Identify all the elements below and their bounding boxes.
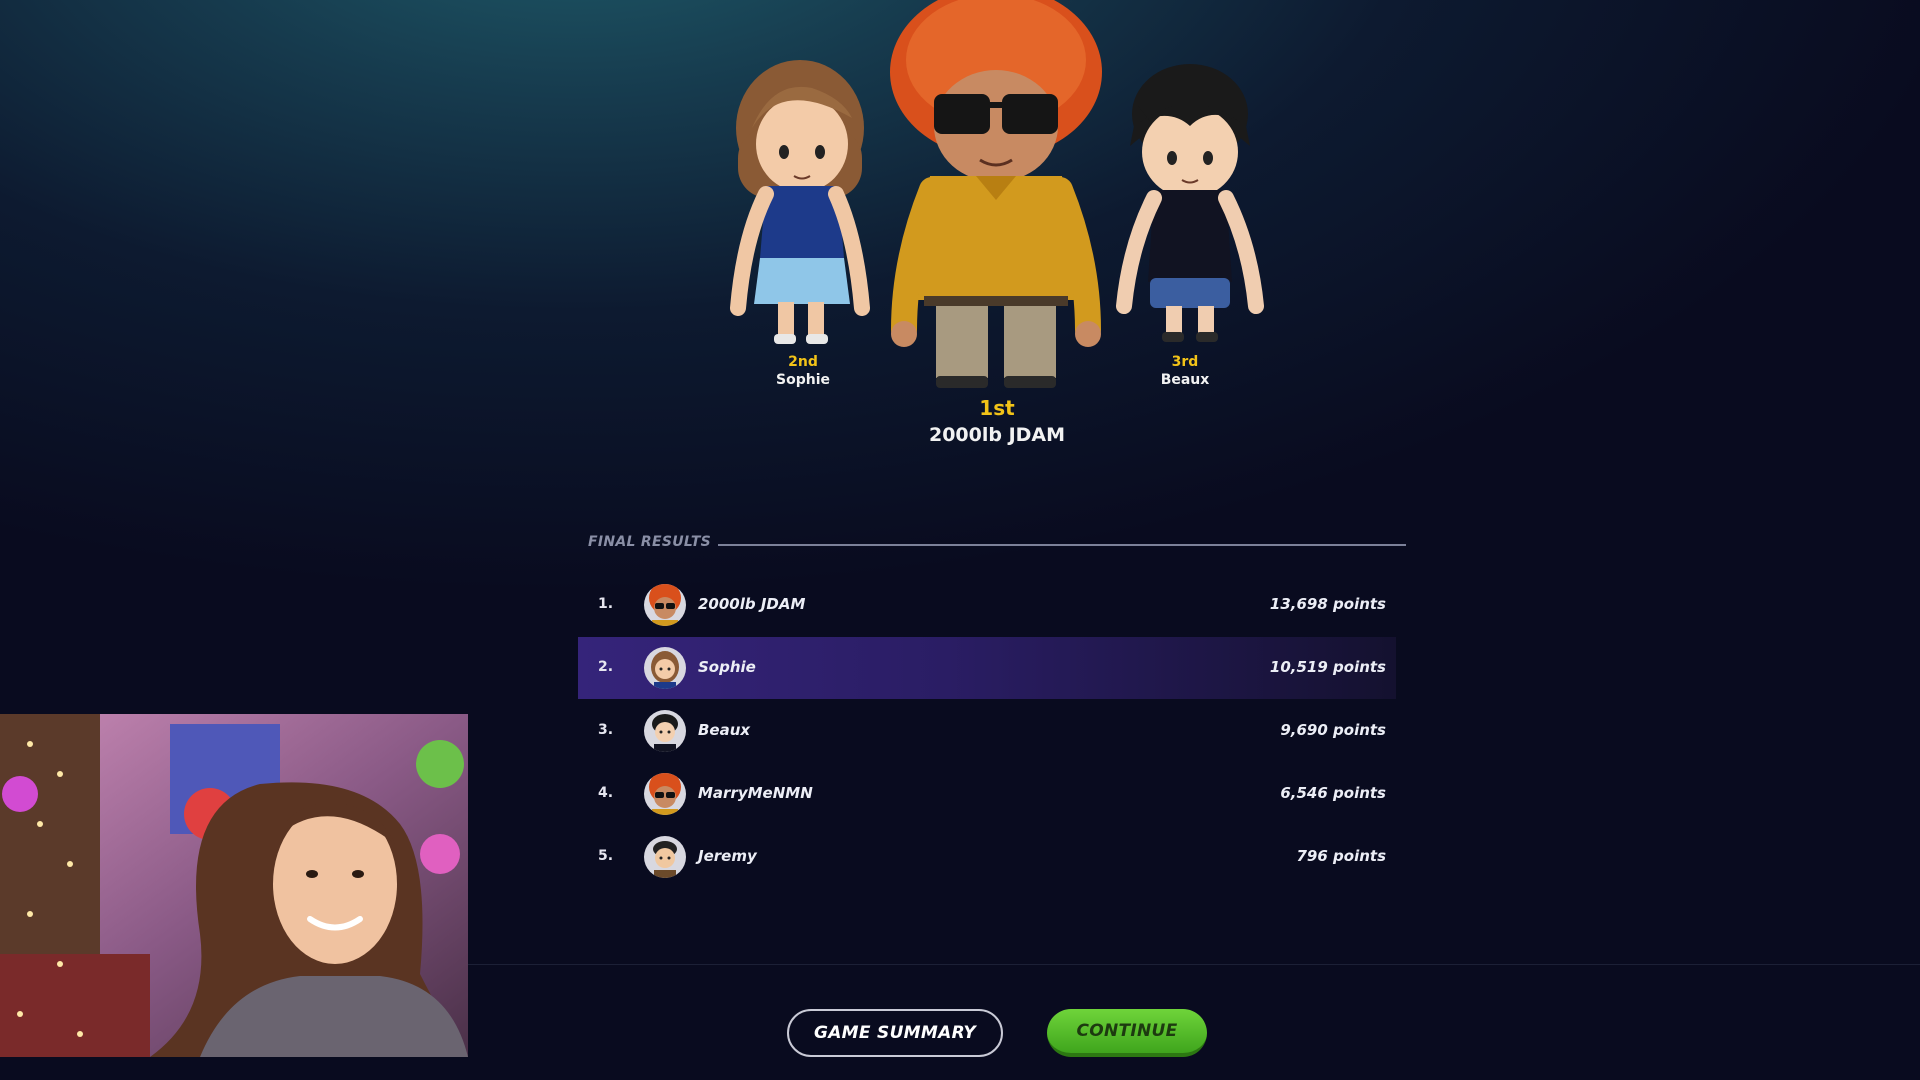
first-place-name: 2000lb JDAM xyxy=(928,424,1066,446)
brown-hair-avatar-icon xyxy=(644,647,686,689)
row-rank: 4. xyxy=(598,785,614,801)
results-screen: 2nd Sophie 1st 2000lb JDAM 3rd Beaux FIN… xyxy=(0,0,1920,1080)
header-divider xyxy=(718,544,1406,546)
result-row-4: 4. MarryMeNMN 6,546 points xyxy=(578,763,1396,825)
row-player-name: Jeremy xyxy=(698,847,757,865)
row-points: 796 points xyxy=(1296,847,1387,865)
row-points: 10,519 points xyxy=(1269,658,1386,676)
final-results-header: FINAL RESULTS xyxy=(588,534,1406,554)
row-player-name: MarryMeNMN xyxy=(698,784,813,802)
afro-sunglasses-avatar-icon xyxy=(644,773,686,815)
second-place-label: 2nd Sophie xyxy=(740,354,866,388)
result-row-1: 1. 2000lb JDAM 13,698 points xyxy=(578,574,1396,636)
jdam-character xyxy=(884,0,1110,392)
second-place-name: Sophie xyxy=(776,372,830,388)
third-place-name: Beaux xyxy=(1160,372,1210,388)
row-player-name: Sophie xyxy=(698,658,756,676)
game-summary-button[interactable]: GAME SUMMARY xyxy=(787,1009,1003,1057)
row-points: 6,546 points xyxy=(1280,784,1386,802)
continue-button[interactable]: CONTINUE xyxy=(1047,1009,1207,1057)
second-place-rank: 2nd xyxy=(788,354,818,370)
result-row-5: 5. Jeremy 796 points xyxy=(578,826,1396,888)
dark-hair-avatar-icon xyxy=(644,836,686,878)
result-row-3: 3. Beaux 9,690 points xyxy=(578,700,1396,762)
row-rank: 5. xyxy=(598,848,614,864)
black-hair-avatar-icon xyxy=(644,710,686,752)
row-points: 9,690 points xyxy=(1280,721,1386,739)
afro-sunglasses-avatar-icon xyxy=(644,584,686,626)
third-place-rank: 3rd xyxy=(1171,354,1199,370)
footer-divider xyxy=(468,964,1920,965)
first-place-label: 1st 2000lb JDAM xyxy=(897,396,1097,446)
row-points: 13,698 points xyxy=(1269,595,1386,613)
result-row-2: 2. Sophie 10,519 points xyxy=(578,637,1396,699)
row-player-name: Beaux xyxy=(698,721,751,739)
row-rank: 1. xyxy=(598,596,614,612)
row-player-name: 2000lb JDAM xyxy=(698,595,806,613)
row-rank: 3. xyxy=(598,722,614,738)
sophie-character xyxy=(722,58,878,348)
final-results-title: FINAL RESULTS xyxy=(588,534,712,550)
beaux-character xyxy=(1110,56,1270,348)
webcam-overlay-image xyxy=(0,714,468,1057)
first-place-rank: 1st xyxy=(979,396,1015,420)
row-rank: 2. xyxy=(598,659,614,675)
third-place-label: 3rd Beaux xyxy=(1124,354,1246,388)
